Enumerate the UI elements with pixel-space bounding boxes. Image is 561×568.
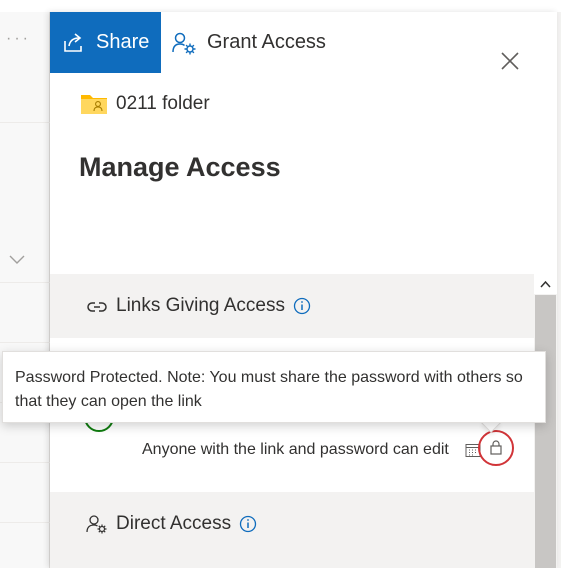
background-app-edge xyxy=(557,12,561,568)
grant-access-icon xyxy=(172,32,196,54)
chevron-down-icon[interactable] xyxy=(8,250,26,268)
shared-folder-icon xyxy=(81,95,107,114)
folder-breadcrumb: 0211 folder xyxy=(80,92,210,116)
links-giving-access-label: Links Giving Access xyxy=(116,295,285,316)
user-settings-icon xyxy=(86,515,107,534)
lock-icon xyxy=(490,440,502,455)
tab-share-label: Share xyxy=(96,31,150,53)
tab-grant-access[interactable]: Grant Access xyxy=(171,12,326,73)
page-title: Manage Access xyxy=(79,152,281,182)
share-icon xyxy=(64,32,82,52)
manage-access-panel: Share Grant Access 0211 folder Manage Ac… xyxy=(50,12,557,568)
direct-access-heading: Direct Access xyxy=(86,513,257,535)
chevron-up-icon xyxy=(540,280,551,288)
links-giving-access-heading: Links Giving Access xyxy=(86,295,311,317)
link-permission-description: Anyone with the link and password can ed… xyxy=(142,441,449,458)
password-lock-button[interactable] xyxy=(478,430,514,466)
tab-grant-access-label: Grant Access xyxy=(207,31,326,53)
direct-access-label: Direct Access xyxy=(116,513,232,534)
folder-name: 0211 folder xyxy=(116,93,210,114)
password-tooltip: Password Protected. Note: You must share… xyxy=(2,351,546,423)
background-app-list xyxy=(0,12,50,568)
info-icon[interactable] xyxy=(293,297,311,315)
info-icon[interactable] xyxy=(239,515,257,533)
close-icon[interactable] xyxy=(499,50,521,72)
scrollbar-thumb[interactable] xyxy=(535,295,556,568)
more-options-icon[interactable]: ··· xyxy=(6,30,31,48)
scroll-up-button[interactable] xyxy=(534,274,557,294)
link-icon xyxy=(87,302,107,312)
tab-share[interactable]: Share xyxy=(50,12,161,73)
